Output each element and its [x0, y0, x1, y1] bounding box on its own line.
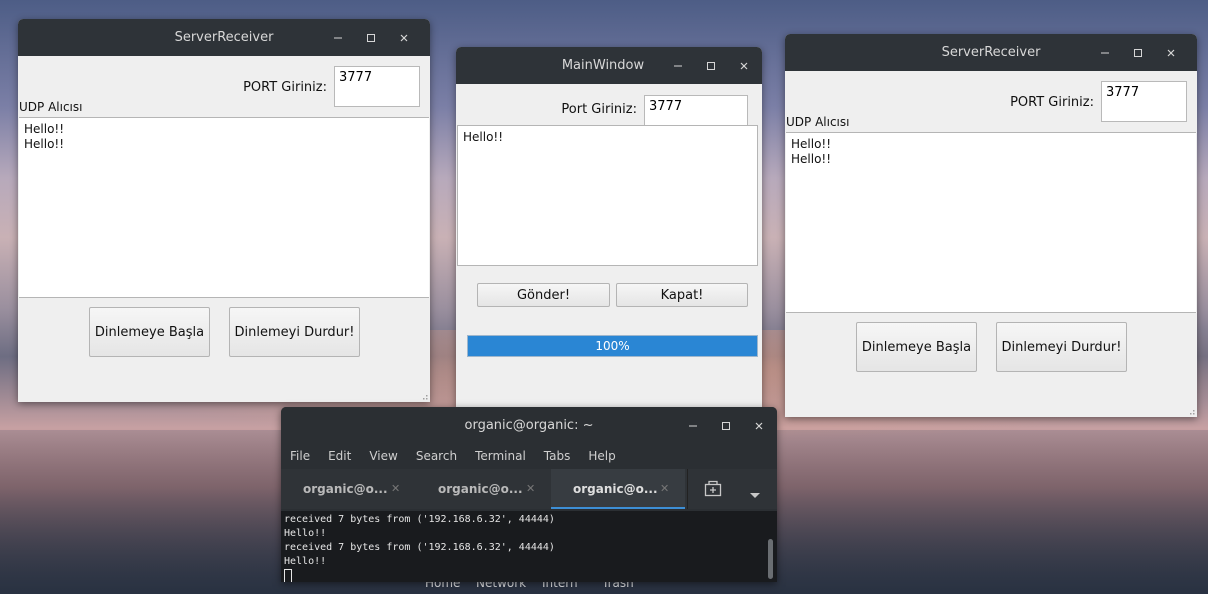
send-button[interactable]: Gönder! — [477, 283, 610, 307]
close-icon[interactable] — [387, 19, 420, 56]
port-label: PORT Giriniz: — [1010, 95, 1094, 110]
menu-help[interactable]: Help — [579, 445, 624, 469]
progress-bar: 100% — [467, 335, 758, 357]
message-log[interactable]: Hello!! Hello!! — [19, 117, 429, 298]
menu-view[interactable]: View — [360, 445, 406, 469]
menu-tabs[interactable]: Tabs — [535, 445, 580, 469]
menu-edit[interactable]: Edit — [319, 445, 360, 469]
tab-label: organic@o... — [438, 482, 523, 496]
message-line: Hello!! — [791, 137, 832, 151]
port-label: Port Giriniz: — [561, 102, 637, 117]
stop-listening-button[interactable]: Dinlemeyi Durdur! — [229, 307, 360, 357]
terminal-line: received 7 bytes from ('192.168.6.32', 4… — [284, 542, 555, 553]
titlebar[interactable]: organic@organic: ~ — [281, 407, 777, 445]
message-line: Hello!! — [791, 152, 832, 166]
udp-label: UDP Alıcısı — [19, 100, 83, 114]
start-listening-button[interactable]: Dinlemeye Başla — [856, 322, 977, 372]
minimize-icon[interactable] — [661, 47, 694, 84]
maximize-icon[interactable] — [354, 19, 387, 56]
terminal-tab-3[interactable]: organic@o... ✕ — [551, 469, 685, 509]
main-window: MainWindow Port Giriniz: 3777 Hello!! Gö… — [456, 47, 762, 409]
server-receiver-window-right: ServerReceiver PORT Giriniz: 3777 UDP Al… — [785, 34, 1197, 417]
message-line: Hello!! — [24, 122, 65, 136]
progress-text: 100% — [595, 339, 630, 353]
udp-label: UDP Alıcısı — [786, 115, 850, 129]
titlebar[interactable]: ServerReceiver — [785, 34, 1197, 71]
minimize-icon[interactable] — [676, 408, 709, 445]
start-listening-button[interactable]: Dinlemeye Başla — [89, 307, 210, 357]
close-icon[interactable] — [1154, 34, 1187, 71]
tab-close-icon[interactable]: ✕ — [391, 482, 400, 495]
stop-listening-button[interactable]: Dinlemeyi Durdur! — [996, 322, 1127, 372]
menu-file[interactable]: File — [281, 445, 319, 469]
maximize-icon[interactable] — [709, 408, 742, 445]
close-button[interactable]: Kapat! — [616, 283, 748, 307]
terminal-scrollbar[interactable] — [768, 539, 773, 579]
resize-grip-icon[interactable] — [418, 390, 428, 400]
port-input[interactable]: 3777 — [1101, 81, 1187, 122]
minimize-icon[interactable] — [1088, 34, 1121, 71]
message-line: Hello!! — [24, 137, 65, 151]
terminal-tab-1[interactable]: organic@o... ✕ — [281, 469, 416, 509]
menu-bar: File Edit View Search Terminal Tabs Help — [281, 445, 777, 469]
terminal-line: Hello!! — [284, 556, 327, 567]
port-input[interactable]: 3777 — [644, 95, 748, 126]
menu-terminal[interactable]: Terminal — [466, 445, 535, 469]
tab-label: organic@o... — [303, 482, 388, 496]
titlebar[interactable]: MainWindow — [456, 47, 762, 84]
terminal-line: Hello!! — [284, 528, 327, 539]
port-input[interactable]: 3777 — [334, 66, 420, 107]
terminal-tab-2[interactable]: organic@o... ✕ — [416, 469, 551, 509]
port-label: PORT Giriniz: — [243, 80, 327, 95]
close-icon[interactable] — [727, 47, 760, 84]
tab-bar: organic@o... ✕ organic@o... ✕ organic@o.… — [281, 469, 777, 509]
terminal-cursor — [284, 569, 774, 582]
terminal-line: received 7 bytes from ('192.168.6.32', 4… — [284, 514, 555, 525]
tab-label: organic@o... — [573, 482, 658, 496]
tab-close-icon[interactable]: ✕ — [526, 482, 535, 495]
tab-divider — [687, 469, 688, 509]
new-tab-icon[interactable] — [704, 480, 722, 501]
menu-search[interactable]: Search — [407, 445, 466, 469]
close-icon[interactable] — [742, 408, 775, 445]
maximize-icon[interactable] — [694, 47, 727, 84]
maximize-icon[interactable] — [1121, 34, 1154, 71]
titlebar[interactable]: ServerReceiver — [18, 19, 430, 56]
terminal-window: organic@organic: ~ File Edit View Search… — [281, 407, 777, 582]
server-receiver-window-left: ServerReceiver PORT Giriniz: 3777 UDP Al… — [18, 19, 430, 402]
message-input[interactable]: Hello!! — [457, 125, 758, 266]
message-log[interactable]: Hello!! Hello!! — [786, 132, 1196, 313]
chevron-down-icon[interactable] — [749, 485, 761, 504]
resize-grip-icon[interactable] — [1185, 405, 1195, 415]
terminal-output[interactable]: received 7 bytes from ('192.168.6.32', 4… — [281, 511, 777, 582]
tab-close-icon[interactable]: ✕ — [660, 482, 669, 495]
minimize-icon[interactable] — [321, 19, 354, 56]
